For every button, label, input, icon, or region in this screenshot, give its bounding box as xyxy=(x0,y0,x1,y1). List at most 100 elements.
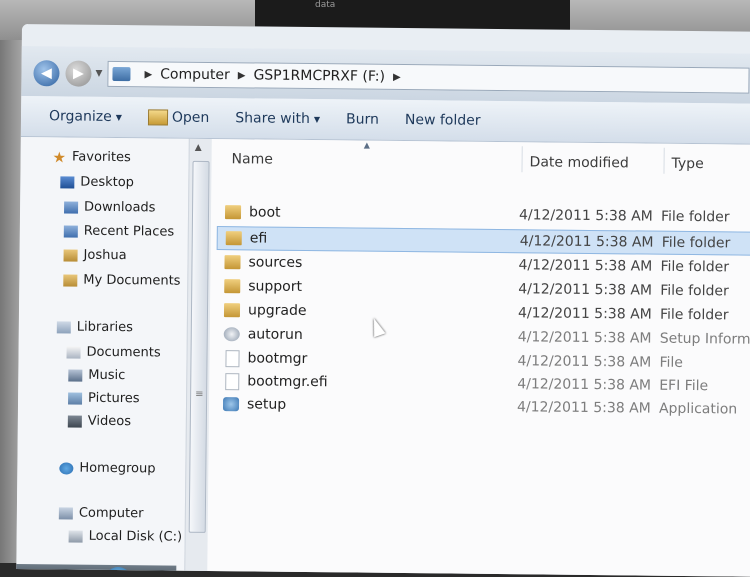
file-icon xyxy=(225,372,240,390)
forward-arrow-icon: ▶ xyxy=(73,65,84,82)
file-date-modified: 4/12/2011 5:38 AM xyxy=(517,329,652,347)
nav-homegroup-label: Homegroup xyxy=(79,460,156,477)
nav-computer[interactable]: Computer xyxy=(58,505,144,522)
nav-libraries-label: Libraries xyxy=(76,319,134,336)
nav-libraries[interactable]: Libraries xyxy=(56,319,134,336)
file-name: upgrade xyxy=(247,302,307,319)
file-date-modified: 4/12/2011 5:38 AM xyxy=(517,353,652,371)
column-divider[interactable] xyxy=(663,147,665,174)
file-date-modified: 4/12/2011 5:38 AM xyxy=(517,305,652,323)
table-row[interactable]: upgrade 4/12/2011 5:38 AM File folder xyxy=(216,299,750,327)
nav-pictures-label: Pictures xyxy=(88,390,140,407)
file-type: File xyxy=(659,354,684,371)
nav-computer-label: Computer xyxy=(78,505,144,522)
breadcrumb-computer[interactable]: Computer xyxy=(160,66,230,83)
file-name: autorun xyxy=(247,326,303,343)
folder-icon xyxy=(224,279,241,294)
open-label: Open xyxy=(171,109,210,126)
nav-my-documents[interactable]: My Documents xyxy=(63,272,181,289)
downloads-icon xyxy=(64,200,79,214)
documents-icon xyxy=(66,345,81,359)
forward-button[interactable]: ▶ xyxy=(65,60,92,87)
file-date-modified: 4/12/2011 5:38 AM xyxy=(519,233,654,251)
share-with-button[interactable]: Share with ▼ xyxy=(235,110,320,127)
open-icon xyxy=(147,109,169,126)
nav-my-documents-label: My Documents xyxy=(83,272,181,289)
nav-favorites[interactable]: ★ Favorites xyxy=(53,148,131,166)
nav-videos[interactable]: Videos xyxy=(67,413,132,430)
file-type: File folder xyxy=(659,306,729,324)
file-name: sources xyxy=(248,254,303,271)
table-row[interactable]: setup 4/12/2011 5:38 AM Application xyxy=(215,393,750,421)
videos-icon xyxy=(67,415,82,428)
chevron-down-icon: ▼ xyxy=(115,112,122,122)
file-name: efi xyxy=(249,230,268,247)
nav-desktop-label: Desktop xyxy=(80,174,135,191)
nav-local-disk[interactable]: Local Disk (C:) xyxy=(68,528,183,545)
folder-icon xyxy=(223,303,241,318)
nav-music[interactable]: Music xyxy=(68,367,126,384)
chevron-right-icon[interactable]: ▶ xyxy=(393,71,401,82)
nav-videos-label: Videos xyxy=(87,413,132,430)
taskbar-fragment xyxy=(16,563,177,577)
back-button[interactable]: ◀ xyxy=(33,60,60,87)
table-row[interactable]: boot 4/12/2011 5:38 AM File folder xyxy=(217,201,750,229)
nav-favorites-label: Favorites xyxy=(71,149,131,166)
navigation-pane: ★ Favorites Desktop Downloads Recent Plac… xyxy=(16,136,189,577)
scrollbar-thumb[interactable] xyxy=(188,160,210,533)
file-name: boot xyxy=(248,204,281,221)
scrollbar-grip-icon: ≡ xyxy=(195,388,204,400)
disk-icon xyxy=(68,530,83,543)
nav-recent-places[interactable]: Recent Places xyxy=(63,223,175,240)
nav-documents[interactable]: Documents xyxy=(66,344,161,361)
file-name: setup xyxy=(246,396,287,413)
organize-label: Organize xyxy=(48,108,112,125)
start-orb-icon[interactable] xyxy=(106,566,131,577)
nav-joshua[interactable]: Joshua xyxy=(63,247,127,264)
file-date-modified: 4/12/2011 5:38 AM xyxy=(518,257,653,275)
file-type: File folder xyxy=(661,234,731,252)
column-divider[interactable] xyxy=(521,146,523,173)
share-with-label: Share with xyxy=(235,110,310,128)
nav-local-disk-label: Local Disk (C:) xyxy=(88,528,183,545)
nav-desktop[interactable]: Desktop xyxy=(60,174,134,190)
scroll-up-icon[interactable]: ▲ xyxy=(195,143,202,153)
column-header-type[interactable]: Type xyxy=(671,156,703,172)
table-row[interactable]: support 4/12/2011 5:38 AM File folder xyxy=(216,275,750,303)
sort-indicator-icon: ▲ xyxy=(363,140,370,150)
chevron-right-icon[interactable]: ▶ xyxy=(144,69,152,80)
file-date-modified: 4/12/2011 5:38 AM xyxy=(518,207,653,225)
table-row[interactable]: autorun 4/12/2011 5:38 AM Setup Informa xyxy=(216,323,750,351)
column-header-name[interactable]: Name xyxy=(232,151,273,167)
back-arrow-icon: ◀ xyxy=(41,65,52,82)
nav-recent-places-label: Recent Places xyxy=(83,223,175,240)
file-type: File folder xyxy=(660,258,730,276)
nav-homegroup[interactable]: Homegroup xyxy=(59,460,156,477)
folder-icon xyxy=(225,231,242,246)
nav-joshua-label: Joshua xyxy=(83,247,127,264)
organize-button[interactable]: Organize ▼ xyxy=(49,108,122,125)
open-button[interactable]: Open xyxy=(147,109,210,126)
file-icon xyxy=(225,349,240,367)
file-type: File folder xyxy=(660,282,729,300)
file-name: bootmgr xyxy=(247,350,308,368)
explorer-window: ◀ ▶ ▼ ▶ Computer ▶ GSP1RMCPRXF (F:) ▶ Or… xyxy=(16,24,750,577)
folder-icon xyxy=(63,273,78,287)
nav-pictures[interactable]: Pictures xyxy=(68,390,140,407)
chevron-right-icon[interactable]: ▶ xyxy=(238,70,246,81)
folder-icon xyxy=(224,205,242,220)
breadcrumb-drive[interactable]: GSP1RMCPRXF (F:) xyxy=(253,67,385,84)
burn-button[interactable]: Burn xyxy=(346,111,379,127)
column-header-date-modified[interactable]: Date modified xyxy=(529,154,628,171)
nav-music-label: Music xyxy=(88,367,126,384)
nav-downloads[interactable]: Downloads xyxy=(64,199,156,215)
file-name: bootmgr.efi xyxy=(247,373,328,391)
table-row[interactable]: sources 4/12/2011 5:38 AM File folder xyxy=(216,251,750,279)
folder-icon xyxy=(63,248,78,262)
breadcrumb[interactable]: ▶ Computer ▶ GSP1RMCPRXF (F:) ▶ xyxy=(107,60,750,94)
recent-places-icon xyxy=(63,224,78,238)
computer-icon xyxy=(58,506,73,520)
recent-pages-dropdown-icon[interactable]: ▼ xyxy=(95,69,102,79)
nav-documents-label: Documents xyxy=(86,344,161,361)
new-folder-button[interactable]: New folder xyxy=(405,112,481,129)
